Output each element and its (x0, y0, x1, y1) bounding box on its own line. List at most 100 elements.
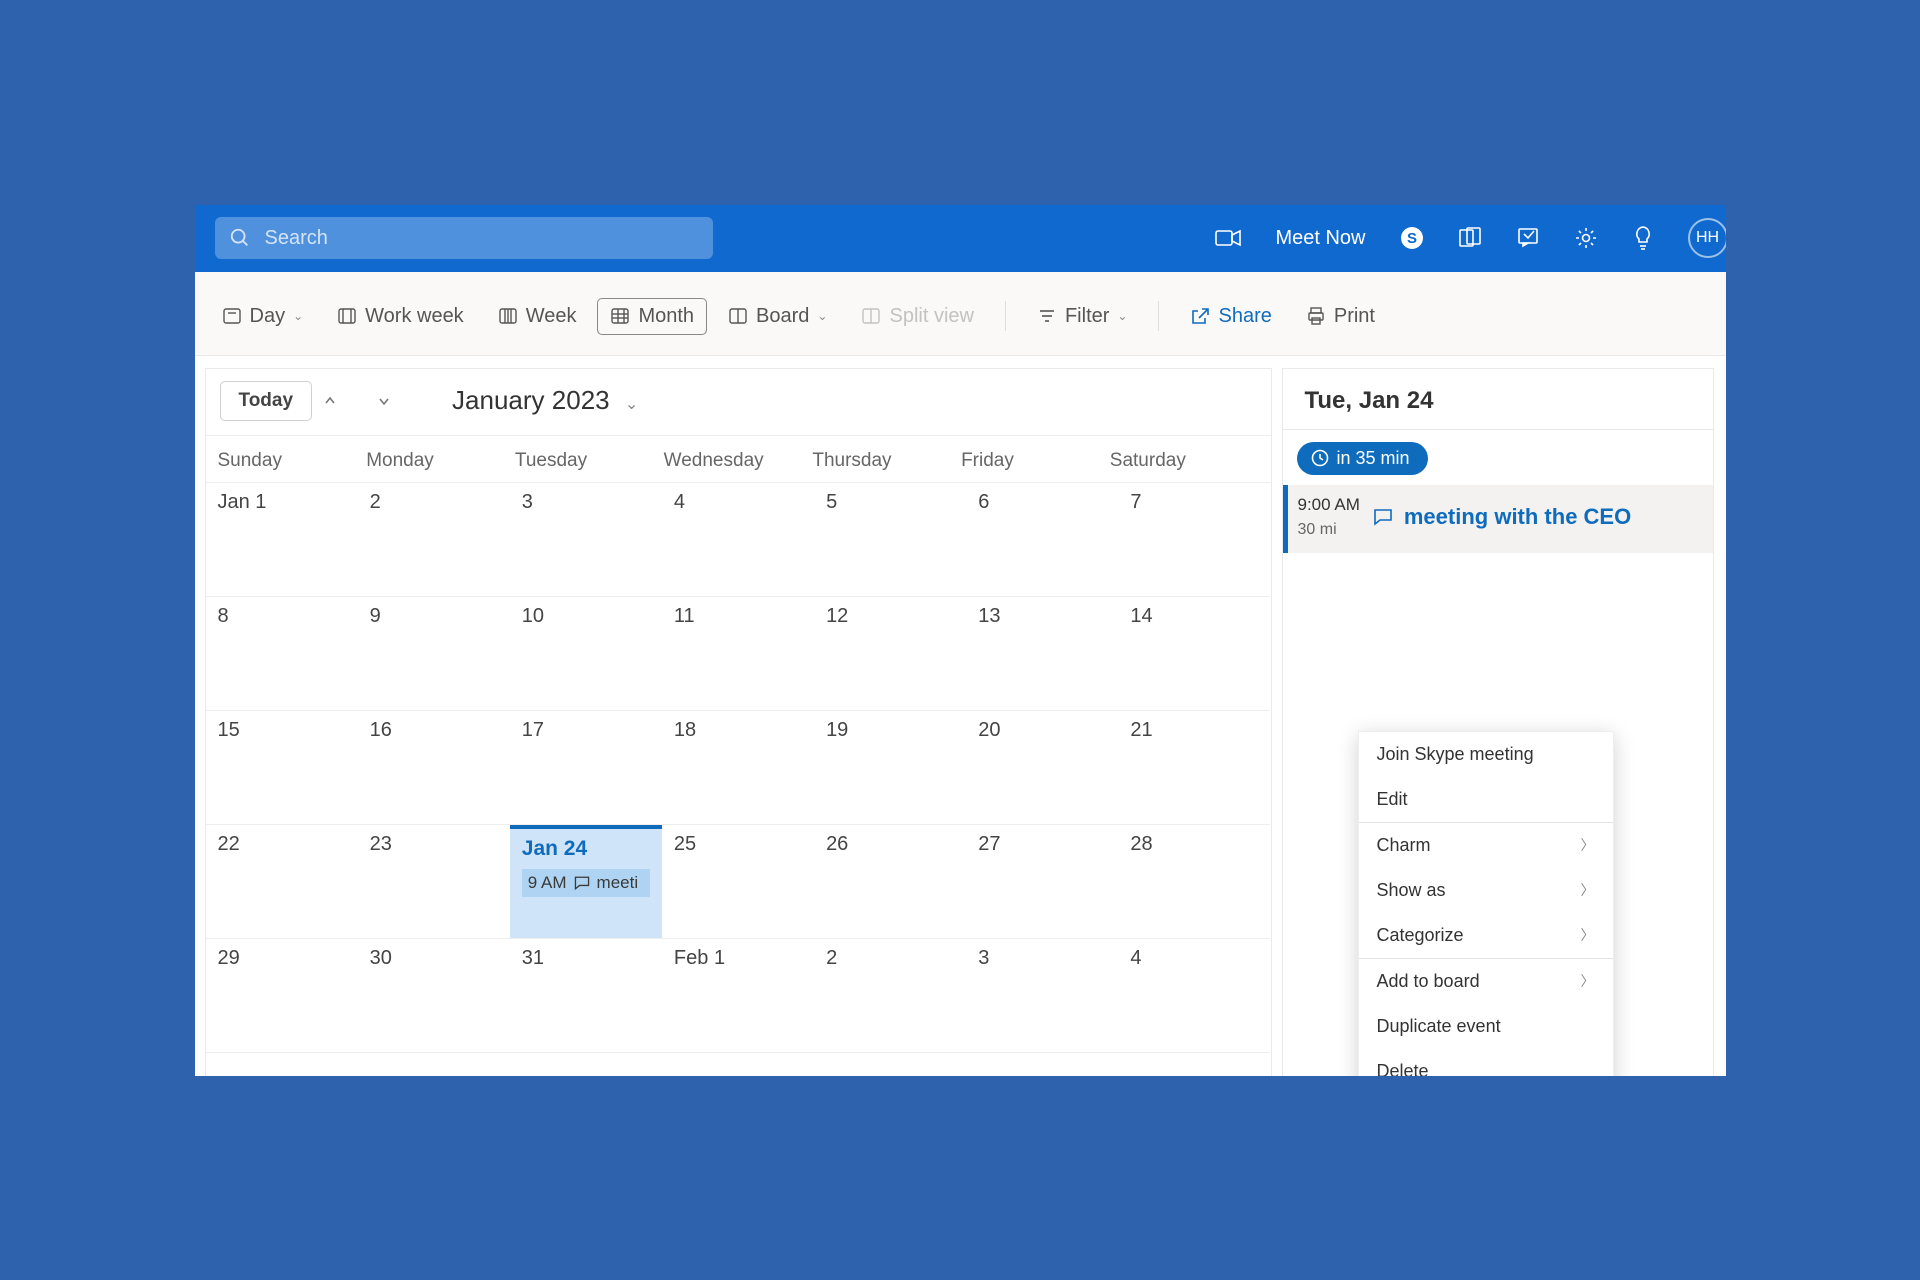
menu-charm[interactable]: Charm〉 (1359, 823, 1613, 868)
calendar-cell[interactable]: 9 (358, 597, 510, 711)
calendar-cell[interactable]: Feb 1 (662, 939, 814, 1053)
date-number: 5 (826, 491, 954, 514)
date-number: 8 (218, 605, 346, 628)
calendar-cell[interactable]: 30 (358, 939, 510, 1053)
view-board-button[interactable]: Board ⌄ (715, 298, 840, 335)
calendar-cell[interactable]: 10 (510, 597, 662, 711)
view-workweek-button[interactable]: Work week (324, 298, 477, 335)
search-box[interactable] (215, 217, 713, 259)
apps-icon[interactable] (1458, 226, 1482, 250)
view-split-button: Split view (848, 298, 986, 335)
date-number: 30 (370, 947, 498, 970)
menu-categorize[interactable]: Categorize〉 (1359, 913, 1613, 958)
context-menu: Join Skype meeting Edit Charm〉 Show as〉 … (1358, 731, 1614, 1076)
calendar-cell[interactable]: 15 (206, 711, 358, 825)
meet-now-label[interactable]: Meet Now (1275, 227, 1365, 250)
filter-button[interactable]: Filter ⌄ (1024, 298, 1141, 335)
view-week-button[interactable]: Week (485, 298, 590, 335)
menu-show-as[interactable]: Show as〉 (1359, 868, 1613, 913)
calendar-cell[interactable]: 21 (1118, 711, 1270, 825)
date-number: 17 (522, 719, 650, 742)
avatar[interactable]: HH (1688, 218, 1726, 258)
date-number: 19 (826, 719, 954, 742)
view-month-button[interactable]: Month (597, 298, 707, 335)
date-number: 9 (370, 605, 498, 628)
agenda-item[interactable]: 9:00 AM 30 mi meeting with the CEO (1283, 485, 1713, 553)
today-button[interactable]: Today (220, 381, 313, 421)
agenda-title: meeting with the CEO (1372, 495, 1631, 539)
date-number: 23 (370, 833, 498, 856)
calendar-cell[interactable]: 12 (814, 597, 966, 711)
date-number: 16 (370, 719, 498, 742)
calendar-cell[interactable]: 18 (662, 711, 814, 825)
calendar-cell[interactable]: 26 (814, 825, 966, 939)
next-month-button[interactable] (376, 393, 420, 409)
divider (1158, 301, 1159, 331)
prev-month-button[interactable] (322, 393, 366, 409)
calendar-cell[interactable]: 14 (1118, 597, 1270, 711)
notes-icon[interactable] (1516, 226, 1540, 250)
calendar-cell[interactable]: 31 (510, 939, 662, 1053)
chevron-down-icon: ⌄ (817, 309, 827, 323)
calendar-cell[interactable]: 13 (966, 597, 1118, 711)
skype-icon[interactable]: S (1400, 226, 1424, 250)
gear-icon[interactable] (1574, 226, 1598, 250)
calendar-cell[interactable]: Jan 1 (206, 483, 358, 597)
board-icon (728, 306, 748, 326)
divider (1005, 301, 1006, 331)
agenda-heading: Tue, Jan 24 (1283, 369, 1713, 430)
calendar-cell[interactable]: 25 (662, 825, 814, 939)
weekday-label: Sunday (218, 450, 367, 472)
lightbulb-icon[interactable] (1632, 225, 1654, 251)
date-number: Jan 1 (218, 491, 346, 514)
calendar-cell[interactable]: Jan 249 AMmeeti (510, 825, 662, 939)
menu-edit[interactable]: Edit (1359, 777, 1613, 822)
calendar-cell[interactable]: 16 (358, 711, 510, 825)
video-icon[interactable] (1215, 229, 1241, 247)
calendar-area: Today January 2023 ⌄ Sunday Monday Tuesd… (205, 368, 1272, 1076)
date-number: 31 (522, 947, 650, 970)
app-window: Meet Now S HH Day ⌄ (195, 205, 1726, 1076)
chevron-down-icon: ⌄ (625, 396, 638, 413)
event-chip[interactable]: 9 AMmeeti (522, 869, 650, 897)
calendar-cell[interactable]: 3 (510, 483, 662, 597)
menu-duplicate[interactable]: Duplicate event (1359, 1004, 1613, 1049)
calendar-cell[interactable]: 17 (510, 711, 662, 825)
date-number: Feb 1 (674, 947, 802, 970)
svg-text:S: S (1406, 230, 1416, 247)
search-input[interactable] (265, 227, 699, 250)
menu-add-to-board[interactable]: Add to board〉 (1359, 959, 1613, 1004)
weekday-label: Wednesday (664, 450, 813, 472)
menu-join-skype[interactable]: Join Skype meeting (1359, 732, 1613, 777)
calendar-cell[interactable]: 20 (966, 711, 1118, 825)
calendar-cell[interactable]: 6 (966, 483, 1118, 597)
calendar-cell[interactable]: 7 (1118, 483, 1270, 597)
calendar-cell[interactable]: 4 (1118, 939, 1270, 1053)
calendar-cell[interactable]: 29 (206, 939, 358, 1053)
date-number: 14 (1130, 605, 1258, 628)
day-icon (222, 306, 242, 326)
share-button[interactable]: Share (1177, 298, 1284, 335)
chat-icon (573, 874, 591, 892)
calendar-cell[interactable]: 4 (662, 483, 814, 597)
calendar-cell[interactable]: 22 (206, 825, 358, 939)
calendar-cell[interactable]: 19 (814, 711, 966, 825)
menu-delete[interactable]: Delete (1359, 1049, 1613, 1076)
calendar-cell[interactable]: 8 (206, 597, 358, 711)
calendar-cell[interactable]: 5 (814, 483, 966, 597)
calendar-cell[interactable]: 28 (1118, 825, 1270, 939)
month-title[interactable]: January 2023 ⌄ (452, 385, 638, 416)
date-number: 11 (674, 605, 802, 628)
calendar-cell[interactable]: 2 (358, 483, 510, 597)
print-button[interactable]: Print (1293, 298, 1388, 335)
weekday-label: Tuesday (515, 450, 664, 472)
weekday-label: Monday (366, 450, 515, 472)
calendar-cell[interactable]: 23 (358, 825, 510, 939)
view-day-button[interactable]: Day ⌄ (209, 298, 317, 335)
calendar-cell[interactable]: 11 (662, 597, 814, 711)
calendar-cell[interactable]: 27 (966, 825, 1118, 939)
calendar-cell[interactable]: 3 (966, 939, 1118, 1053)
date-number: 22 (218, 833, 346, 856)
calendar-cell[interactable]: 2 (814, 939, 966, 1053)
chevron-down-icon: ⌄ (1117, 309, 1127, 323)
